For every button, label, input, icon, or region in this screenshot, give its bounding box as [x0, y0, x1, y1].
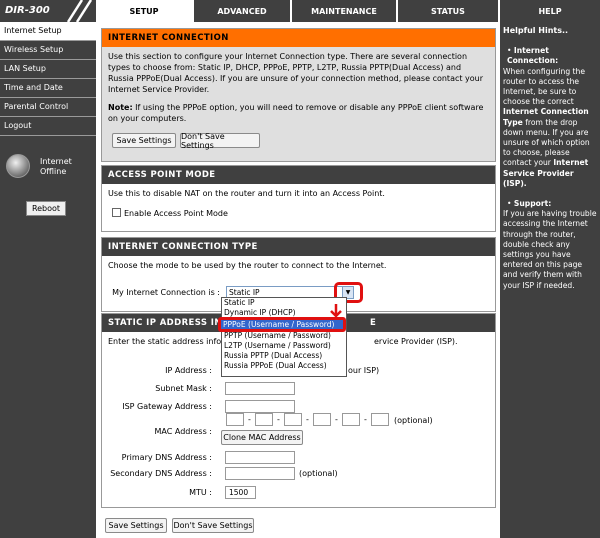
subnet-mask-label: Subnet Mask :: [155, 384, 212, 393]
logo-slash-decoration: [66, 0, 93, 22]
top-tabs: SETUP ADVANCED MAINTENANCE STATUS HELP: [96, 0, 600, 22]
gateway-input[interactable]: [225, 400, 295, 413]
section-description: Use this section to configure your Inter…: [108, 52, 484, 94]
dropdown-option[interactable]: L2TP (Username / Password): [222, 341, 346, 351]
mac-octet-5[interactable]: [342, 413, 360, 426]
router-admin-page: DIR-300 SETUP ADVANCED MAINTENANCE STATU…: [0, 0, 600, 538]
mac-octet-4[interactable]: [313, 413, 331, 426]
sidebar-item-logout[interactable]: Logout: [0, 117, 96, 136]
tab-status[interactable]: STATUS: [396, 0, 498, 22]
note-paragraph: Note: If using the PPPoE option, you wil…: [108, 102, 489, 124]
dropdown-option[interactable]: Russia PPTP (Dual Access): [222, 351, 346, 361]
sidebar-item-lan-setup[interactable]: LAN Setup: [0, 60, 96, 79]
status-line-1: Internet: [40, 157, 72, 166]
mac-separator: -: [364, 415, 367, 424]
access-point-checkbox-row: Enable Access Point Mode: [108, 208, 489, 219]
section-body: Choose the mode to be used by the router…: [102, 256, 495, 275]
globe-icon: [6, 154, 30, 178]
red-pointer-arrow-icon: [330, 304, 342, 318]
gateway-label: ISP Gateway Address :: [122, 402, 212, 411]
connection-field-label: My Internet Connection is :: [112, 288, 220, 297]
access-point-section: ACCESS POINT MODE Use this to disable NA…: [101, 165, 496, 232]
section-title-right: E: [370, 318, 377, 328]
mac-octet-6[interactable]: [371, 413, 389, 426]
section-body: Use this section to configure your Inter…: [102, 47, 495, 128]
checkbox-label: Enable Access Point Mode: [124, 209, 228, 218]
mac-octet-3[interactable]: [284, 413, 302, 426]
mtu-input[interactable]: 1500: [225, 486, 256, 499]
tab-setup[interactable]: SETUP: [96, 0, 192, 22]
reboot-button[interactable]: Reboot: [26, 201, 66, 216]
main-content: INTERNET CONNECTION Use this section to …: [96, 22, 500, 538]
hint-text: When configuring the router to access th…: [503, 66, 586, 107]
description-left: Enter the static address inform: [108, 337, 233, 346]
secondary-dns-label: Secondary DNS Address :: [110, 469, 212, 478]
ip-suffix-text: our ISP): [348, 366, 380, 375]
hint-internet-connection: • Internet Connection: When configuring …: [503, 46, 597, 189]
mac-separator: -: [306, 415, 309, 424]
internet-connection-section: INTERNET CONNECTION Use this section to …: [101, 28, 496, 162]
hint-body: If you are having trouble accessing the …: [503, 209, 597, 290]
sidebar-item-internet-setup[interactable]: Internet Setup: [0, 22, 96, 41]
hint-title: Internet Connection:: [507, 46, 559, 66]
description-right: ervice Provider (ISP).: [374, 337, 458, 346]
section-title: INTERNET CONNECTION: [102, 29, 495, 47]
dropdown-option[interactable]: Russia PPPoE (Dual Access): [222, 361, 346, 371]
internet-status: Internet Offline: [6, 154, 92, 184]
note-text: If using the PPPoE option, you will need…: [108, 103, 484, 123]
primary-dns-input[interactable]: [225, 451, 295, 464]
clone-mac-button[interactable]: Clone MAC Address: [221, 430, 303, 445]
section-title: ACCESS POINT MODE: [102, 166, 495, 184]
mac-separator: -: [277, 415, 280, 424]
save-settings-button-top[interactable]: Save Settings: [112, 133, 176, 148]
dropdown-option[interactable]: PPTP (Username / Password): [222, 331, 346, 341]
hints-title: Helpful Hints..: [503, 26, 569, 35]
section-title-left: STATIC IP ADDRESS IN: [108, 318, 222, 328]
tab-maintenance[interactable]: MAINTENANCE: [290, 0, 396, 22]
sidebar-item-wireless-setup[interactable]: Wireless Setup: [0, 41, 96, 60]
secondary-dns-input[interactable]: [225, 467, 295, 480]
hint-body: When configuring the router to access th…: [503, 67, 597, 189]
mtu-label: MTU :: [189, 488, 212, 497]
section-body: Use this to disable NAT on the router an…: [102, 184, 495, 223]
section-description: Choose the mode to be used by the router…: [108, 261, 387, 270]
mac-optional-text: (optional): [394, 416, 433, 425]
hint-support: • Support: If you are having trouble acc…: [503, 199, 597, 290]
dropdown-option[interactable]: Static IP: [222, 298, 346, 308]
mac-octet-2[interactable]: [255, 413, 273, 426]
selected-value: Static IP: [229, 288, 260, 297]
access-point-checkbox[interactable]: [112, 208, 121, 217]
mac-octet-1[interactable]: [226, 413, 244, 426]
internet-status-text: Internet Offline: [40, 157, 72, 177]
save-settings-button-bottom[interactable]: Save Settings: [105, 518, 167, 533]
tab-help[interactable]: HELP: [498, 0, 600, 22]
section-description: Use this to disable NAT on the router an…: [108, 189, 385, 198]
sidebar-item-time-and-date[interactable]: Time and Date: [0, 79, 96, 98]
mac-separator: -: [248, 415, 251, 424]
mac-separator: -: [335, 415, 338, 424]
hint-title: Support:: [513, 199, 552, 209]
sidebar: Internet Setup Wireless Setup LAN Setup …: [0, 22, 96, 538]
connection-type-dropdown-list: Static IP Dynamic IP (DHCP) PPTP (Userna…: [221, 297, 347, 377]
section-title: INTERNET CONNECTION TYPE: [102, 238, 495, 256]
dns2-optional-text: (optional): [299, 469, 338, 478]
mac-address-label: MAC Address :: [154, 427, 212, 436]
tab-advanced[interactable]: ADVANCED: [192, 0, 290, 22]
status-line-2: Offline: [40, 167, 67, 176]
sidebar-item-parental-control[interactable]: Parental Control: [0, 98, 96, 117]
dont-save-settings-button-top[interactable]: Don't Save Settings: [180, 132, 260, 150]
helpful-hints-panel: Helpful Hints.. • Internet Connection: W…: [500, 22, 600, 538]
dropdown-option-highlighted[interactable]: PPPoE (Username / Password): [218, 317, 346, 332]
ip-address-label: IP Address :: [165, 366, 212, 375]
primary-dns-label: Primary DNS Address :: [121, 453, 212, 462]
subnet-mask-input[interactable]: [225, 382, 295, 395]
dont-save-settings-button-bottom[interactable]: Don't Save Settings: [172, 518, 254, 533]
note-label: Note:: [108, 103, 133, 112]
